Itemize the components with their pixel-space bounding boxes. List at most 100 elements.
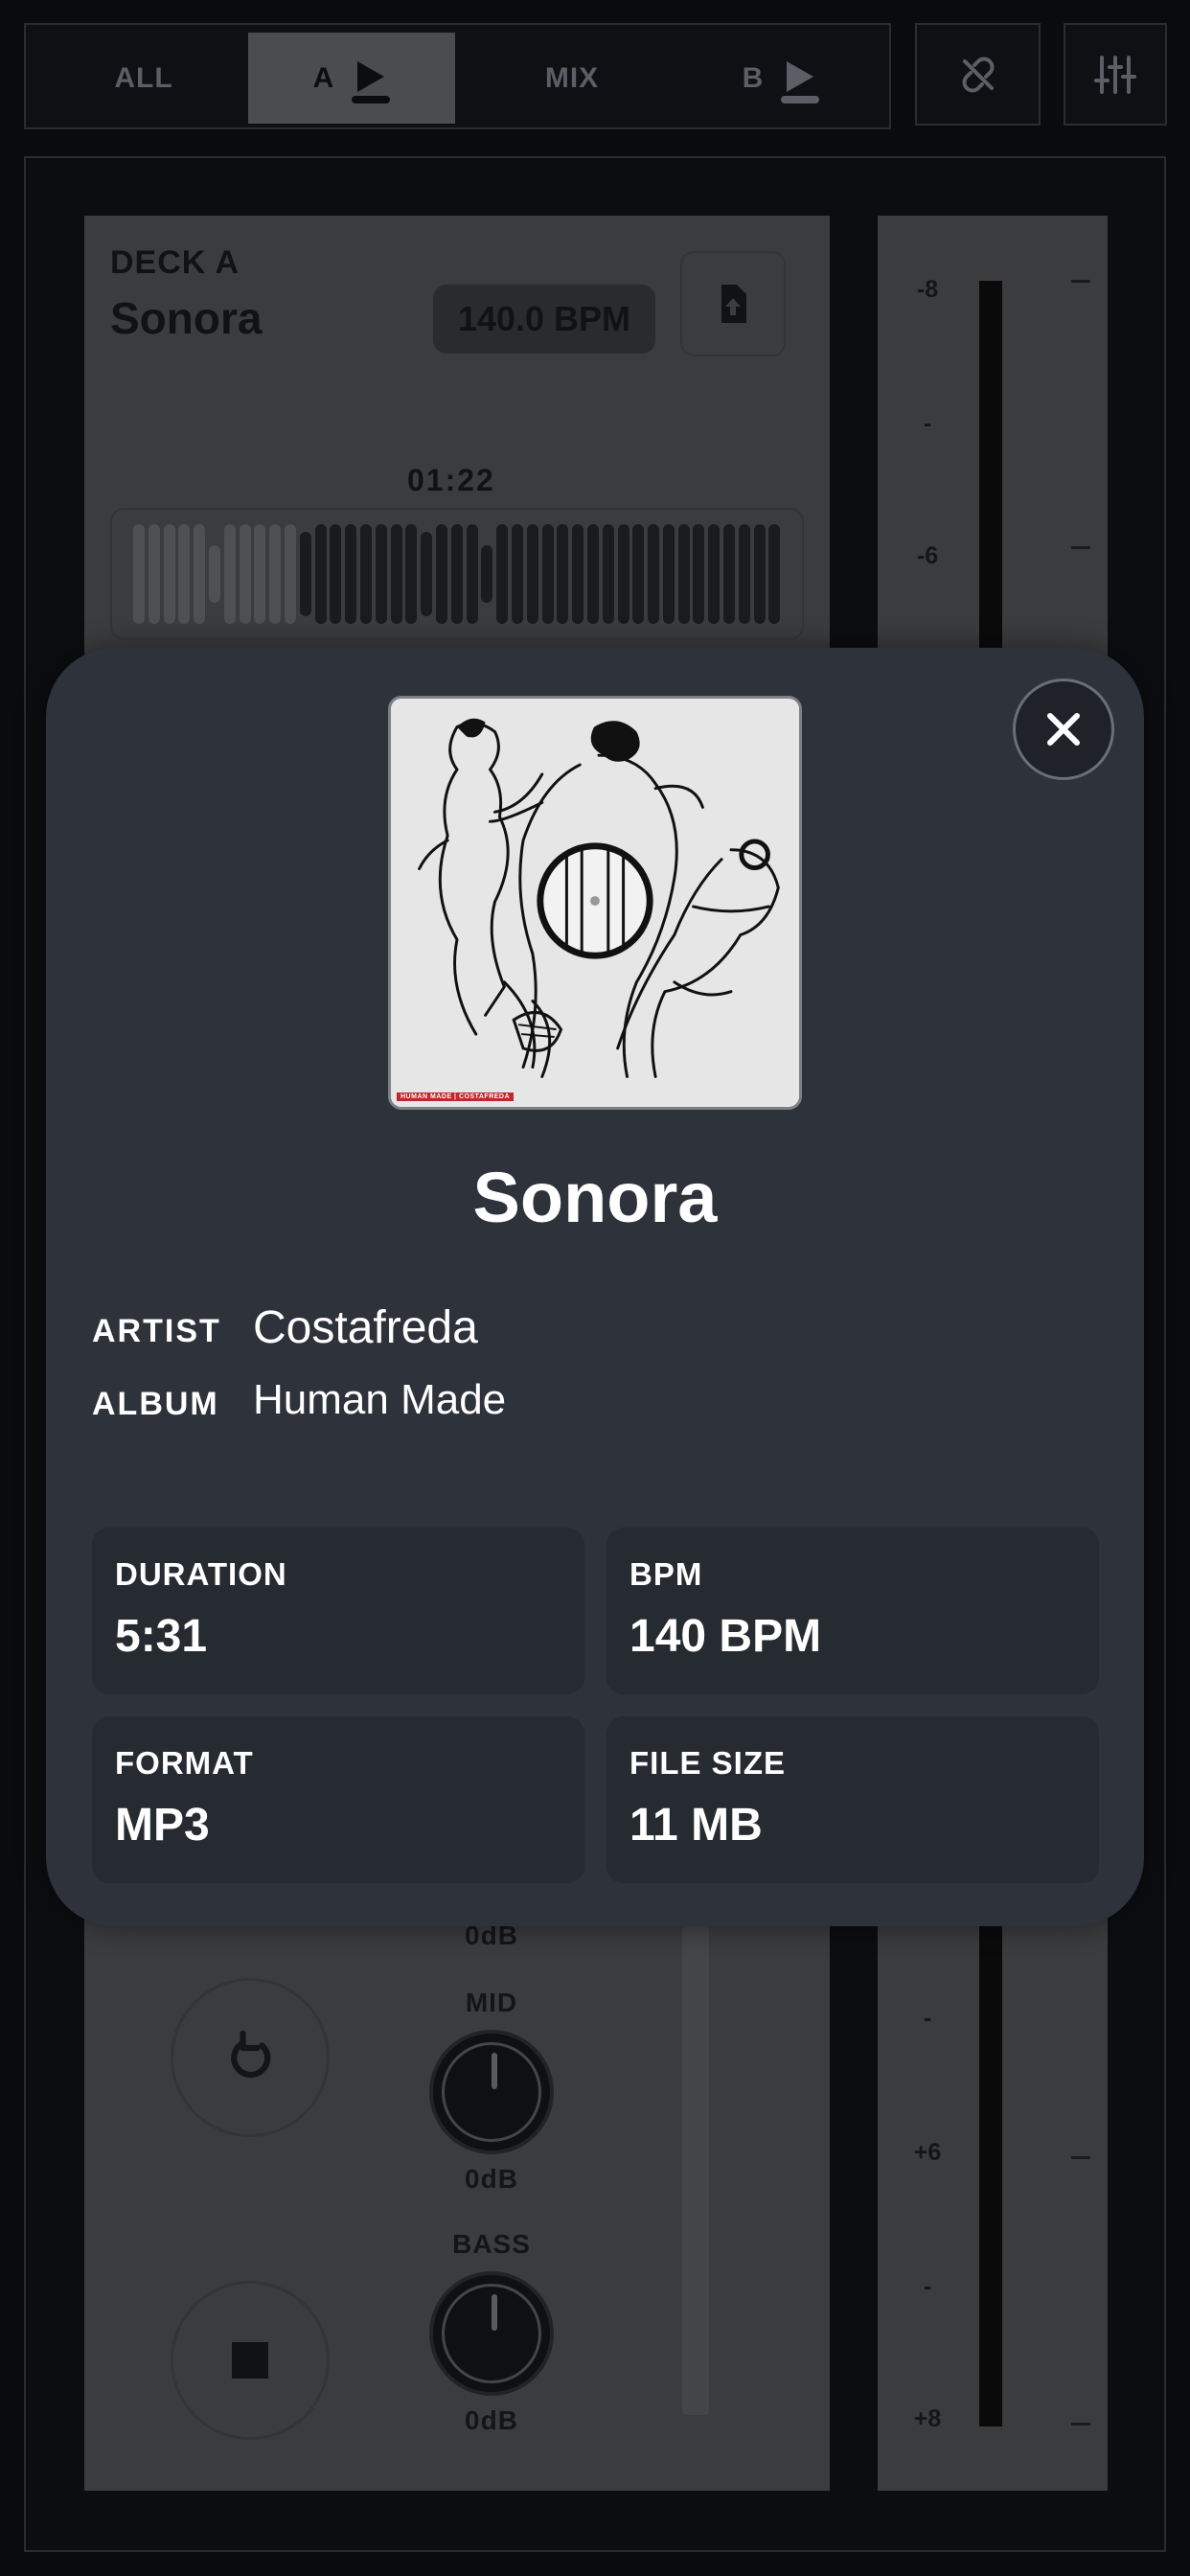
waveform-bar	[753, 524, 766, 624]
artist-key: ARTIST	[92, 1313, 221, 1349]
card-value: 11 MB	[629, 1800, 763, 1851]
waveform-bar	[738, 524, 750, 624]
waveform-bar	[299, 532, 311, 616]
eq-name: MID	[465, 1988, 518, 2017]
stop-icon	[232, 2342, 268, 2379]
waveform-bar	[148, 524, 160, 624]
waveform-bar	[345, 524, 357, 624]
waveform-bar	[511, 524, 523, 624]
link-off-icon	[962, 57, 994, 92]
waveform-bar	[269, 524, 282, 624]
waveform-bar	[178, 524, 191, 624]
waveform-bar	[194, 524, 206, 624]
meter-track-top	[979, 281, 1002, 650]
card-value: MP3	[115, 1800, 210, 1851]
segment-deck-b[interactable]: B	[677, 33, 884, 124]
waveform-bar	[496, 524, 509, 624]
waveform-bar	[768, 524, 781, 624]
album-key: ALBUM	[92, 1386, 219, 1422]
mixer-settings-button[interactable]	[1064, 23, 1167, 126]
waveform-bar	[133, 524, 145, 624]
deck-track-title: Sonora	[110, 293, 263, 343]
sync-toggle-button[interactable]	[915, 23, 1041, 126]
waveform-bar	[375, 524, 387, 624]
reset-icon	[231, 2030, 271, 2079]
meter-track-bottom	[979, 1926, 1002, 2426]
waveform-bar	[421, 532, 433, 616]
eq-value: 0dB	[465, 2405, 518, 2435]
waveform-bar	[284, 524, 296, 624]
album-value: Human Made	[253, 1376, 507, 1423]
waveform-bar	[723, 524, 736, 624]
meter-label: -6	[916, 542, 939, 569]
waveform-bar	[557, 524, 569, 624]
info-card-duration: DURATION 5:31	[92, 1528, 584, 1694]
meter-label: -	[923, 2273, 932, 2300]
cover-caption: HUMAN MADE | COSTAFREDA	[397, 1092, 515, 1101]
info-card-file-size: FILE SIZE 11 MB	[606, 1716, 1099, 1883]
info-card-format: FORMAT MP3	[92, 1716, 584, 1883]
meter-tick	[1071, 2423, 1090, 2426]
waveform-bar	[450, 524, 463, 624]
track-title: Sonora	[472, 1158, 718, 1237]
segment-b-label: B	[742, 61, 765, 94]
segment-mix[interactable]: MIX	[476, 33, 668, 124]
file-upload-icon	[721, 285, 746, 323]
waveform-bar	[163, 524, 175, 624]
album-cover: HUMAN MADE | COSTAFREDA	[388, 696, 802, 1110]
waveform-bar	[632, 524, 645, 624]
meter-tick	[1071, 280, 1090, 283]
waveform-bar	[254, 524, 266, 624]
channel-fader[interactable]	[682, 1926, 709, 2415]
deck-bpm-badge[interactable]: 140.0 BPM	[433, 285, 655, 354]
play-icon	[781, 58, 820, 104]
waveform-bar	[648, 524, 660, 624]
meter-tick	[1071, 2156, 1090, 2159]
segment-all-label: ALL	[114, 61, 173, 94]
meter-label: +8	[913, 2405, 942, 2432]
card-key: DURATION	[115, 1556, 287, 1592]
album-art-illustration	[391, 699, 799, 1107]
segment-all[interactable]: ALL	[34, 33, 254, 124]
mid-knob[interactable]	[429, 2030, 554, 2154]
waveform-bar	[390, 524, 402, 624]
waveform-bar	[435, 524, 447, 624]
waveform-bar	[208, 545, 220, 603]
waveform-bar	[693, 524, 705, 624]
artist-value: Costafreda	[253, 1302, 478, 1353]
bass-knob[interactable]	[429, 2271, 554, 2396]
waveform[interactable]	[110, 508, 804, 640]
segment-mix-label: MIX	[544, 61, 600, 94]
segment-deck-a[interactable]: A	[248, 33, 455, 124]
reset-button[interactable]	[171, 1978, 330, 2137]
waveform-bar	[330, 524, 342, 624]
card-value: 5:31	[115, 1611, 208, 1662]
waveform-bar	[314, 524, 327, 624]
waveform-bar	[662, 524, 675, 624]
meter-label: -	[923, 2005, 932, 2032]
waveform-bar	[586, 524, 599, 624]
waveform-bar	[466, 524, 478, 624]
waveform-bar	[541, 524, 554, 624]
waveform-bar	[602, 524, 614, 624]
deck-selector: ALL A MIX B	[24, 23, 891, 129]
waveform-bar	[359, 524, 372, 624]
sliders-icon	[1094, 55, 1136, 94]
deck-label: DECK A	[110, 244, 240, 281]
card-key: FILE SIZE	[629, 1745, 787, 1781]
eq-name: BASS	[452, 2229, 531, 2259]
waveform-bar	[526, 524, 538, 624]
waveform-bar	[708, 524, 721, 624]
card-value: 140 BPM	[629, 1611, 822, 1662]
load-track-button[interactable]	[680, 251, 786, 356]
meter-tick	[1071, 546, 1090, 549]
waveform-bar	[405, 524, 418, 624]
info-card-bpm: BPM 140 BPM	[606, 1528, 1099, 1694]
stop-button[interactable]	[171, 2281, 330, 2440]
close-button[interactable]	[1013, 678, 1114, 780]
segment-a-label: A	[312, 61, 335, 94]
waveform-bar	[481, 545, 493, 603]
waveform-bar	[572, 524, 584, 624]
card-key: BPM	[629, 1556, 703, 1592]
meter-label: +6	[913, 2139, 942, 2166]
